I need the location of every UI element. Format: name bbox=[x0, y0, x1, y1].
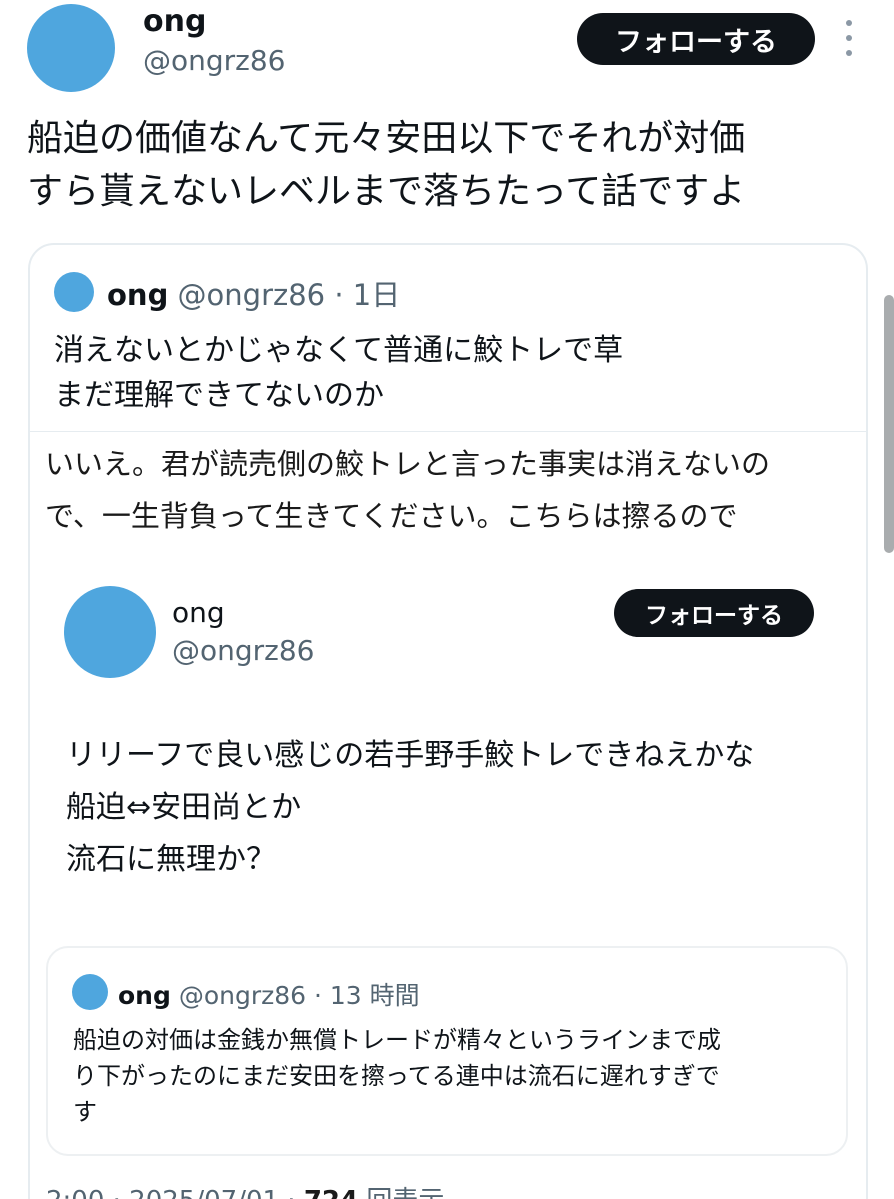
inner-author-name: ong bbox=[172, 596, 225, 629]
inner-tweet-text: リリーフで良い感じの若手野手鮫トレできねえかな 船迫⇔安田尚とか 流石に無理か？ bbox=[66, 738, 755, 877]
scrollbar[interactable] bbox=[884, 295, 894, 553]
tweet-text: 船迫の価値なんて元々安田以下でそれが対価 すら貰えないレベルまで落ちたって話です… bbox=[27, 118, 746, 212]
quote-tweet-text: 消えないとかじゃなくて普通に鮫トレで草 まだ理解できてないのか bbox=[54, 333, 624, 413]
timestamp-date: 2:00 · 2025/07/01 · bbox=[46, 1186, 304, 1199]
views-label: 回表示 bbox=[358, 1186, 444, 1199]
screenshot-reply-text: いいえ。君が読売側の鮫トレと言った事実は消えないの で、一生背負って生きてくださ… bbox=[45, 447, 771, 533]
follow-button[interactable]: フォローする bbox=[577, 13, 815, 65]
quote-author-avatar bbox=[54, 272, 94, 312]
quote-divider bbox=[30, 431, 866, 432]
author-name[interactable]: ong bbox=[143, 4, 206, 39]
quote-header: ong @ongrz86 · 1日 bbox=[107, 272, 400, 314]
tweet-timestamp: 2:00 · 2025/07/01 · 724 回表示 bbox=[46, 1180, 444, 1199]
nested-author-meta: @ongrz86 · 13 時間 bbox=[178, 981, 420, 1010]
quote-author-meta: @ongrz86 · 1日 bbox=[177, 278, 401, 312]
nested-author-name: ong bbox=[118, 981, 171, 1010]
more-vertical-icon[interactable] bbox=[841, 20, 857, 56]
nested-author-avatar bbox=[72, 974, 108, 1010]
nested-header: ong @ongrz86 · 13 時間 bbox=[118, 976, 420, 1012]
inner-follow-button: フォローする bbox=[614, 589, 814, 637]
quote-author-name: ong bbox=[107, 278, 169, 312]
inner-author-avatar bbox=[64, 586, 156, 678]
inner-author-handle: @ongrz86 bbox=[172, 634, 315, 667]
author-handle[interactable]: @ongrz86 bbox=[143, 44, 286, 77]
views-count: 724 bbox=[304, 1186, 358, 1199]
nested-tweet-text: 船迫の対価は金銭か無償トレードが精々というラインまで成 り下がったのにまだ安田を… bbox=[73, 1026, 721, 1126]
author-avatar[interactable] bbox=[27, 4, 115, 92]
